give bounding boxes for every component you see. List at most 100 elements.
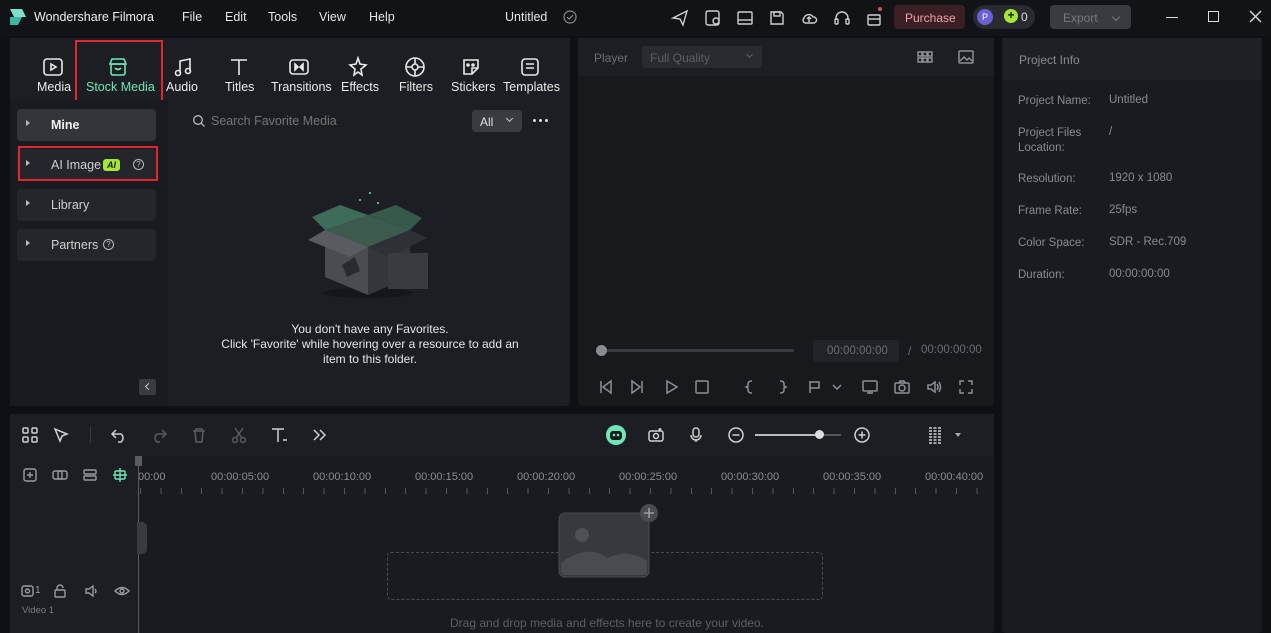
snapshot-image-icon[interactable]: [957, 48, 975, 66]
ruler-label: 00:00: [138, 471, 166, 483]
mark-in-icon[interactable]: [741, 378, 759, 396]
layout-icon[interactable]: [735, 8, 755, 28]
zoom-out-icon[interactable]: [727, 426, 745, 444]
export-label: Export: [1063, 11, 1098, 25]
menu-tools[interactable]: Tools: [268, 10, 297, 24]
info-key-duration: Duration:: [1018, 269, 1065, 281]
stop-icon[interactable]: [693, 378, 711, 396]
redo-icon[interactable]: [150, 426, 168, 444]
empty-state-line-2: Click 'Favorite' while hovering over a r…: [221, 337, 519, 351]
current-time-field[interactable]: 00:00:00:00: [813, 340, 899, 362]
zoom-slider-knob[interactable]: [815, 430, 824, 439]
magnet-snap-icon[interactable]: [112, 467, 128, 483]
maximize-button[interactable]: [1208, 11, 1219, 22]
collapse-sidebar-button[interactable]: [139, 379, 156, 395]
close-window-button[interactable]: [1249, 10, 1262, 23]
grid-view-icon[interactable]: [916, 48, 934, 66]
minimize-button[interactable]: [1166, 17, 1178, 18]
tab-media[interactable]: Media: [37, 80, 71, 94]
select-tool-icon[interactable]: [52, 426, 70, 444]
empty-box-illustration: [300, 185, 435, 300]
ruler-label: 00:00:15:00: [415, 471, 474, 483]
mute-icon[interactable]: [84, 583, 100, 599]
record-screen-icon[interactable]: [647, 426, 665, 444]
menu-view[interactable]: View: [319, 10, 346, 24]
chevron-down-icon[interactable]: [955, 433, 961, 437]
eye-icon[interactable]: [114, 583, 130, 599]
empty-state-line-3: item to this folder.: [322, 352, 418, 366]
empty-state-text: You don't have any Favorites. Click 'Fav…: [190, 322, 550, 367]
chevron-down-icon[interactable]: [831, 378, 843, 396]
undo-icon[interactable]: [110, 426, 128, 444]
info-value-frame-rate: 25fps: [1109, 204, 1138, 216]
previous-frame-icon[interactable]: [596, 378, 614, 396]
gift-icon[interactable]: [864, 7, 884, 28]
tab-templates[interactable]: Templates: [503, 80, 560, 94]
quality-dropdown[interactable]: Full Quality: [642, 46, 762, 68]
delete-icon[interactable]: [190, 426, 208, 444]
ai-assistant-icon[interactable]: [606, 425, 626, 445]
tab-audio[interactable]: Audio: [166, 80, 198, 94]
next-frame-icon[interactable]: [629, 378, 647, 396]
mark-out-icon[interactable]: [773, 378, 791, 396]
headset-icon[interactable]: [832, 8, 852, 28]
export-button[interactable]: Export: [1050, 5, 1131, 29]
video-track-icon: [20, 583, 36, 599]
avatar[interactable]: P: [977, 9, 993, 25]
send-icon[interactable]: [670, 8, 690, 28]
help-circle-icon[interactable]: ?: [103, 239, 114, 250]
microphone-icon[interactable]: [687, 426, 705, 444]
zoom-in-icon[interactable]: [853, 426, 871, 444]
menu-file[interactable]: File: [182, 10, 202, 24]
menu-help[interactable]: Help: [369, 10, 395, 24]
purchase-button[interactable]: Purchase: [894, 5, 965, 29]
tab-effects[interactable]: Effects: [341, 80, 379, 94]
playhead-handle[interactable]: [135, 456, 142, 466]
music-note-icon: [171, 55, 195, 79]
sidebar-item-partners[interactable]: Partners ?: [17, 229, 156, 261]
ruler-label: 00:00:20:00: [517, 471, 576, 483]
info-key-project-name: Project Name:: [1018, 95, 1091, 107]
tab-filters[interactable]: Filters: [399, 80, 433, 94]
info-value-duration: 00:00:00:00: [1109, 268, 1170, 280]
display-icon[interactable]: [861, 378, 879, 396]
layout-grid-icon[interactable]: [21, 426, 39, 444]
playback-progress-track[interactable]: [601, 349, 794, 352]
track-resize-handle[interactable]: [137, 522, 147, 554]
camera-icon[interactable]: [893, 378, 911, 396]
volume-icon[interactable]: [925, 378, 943, 396]
track-layout-icon[interactable]: [82, 467, 98, 483]
transitions-icon: [287, 55, 311, 79]
search-icon: [192, 114, 206, 128]
playhead-knob[interactable]: [596, 345, 607, 356]
cloud-upload-icon[interactable]: [799, 8, 819, 28]
text-tool-icon[interactable]: [270, 426, 288, 444]
tab-titles[interactable]: Titles: [225, 80, 254, 94]
marker-icon[interactable]: [806, 378, 824, 396]
fullscreen-icon[interactable]: [957, 378, 975, 396]
ruler-label: 00:00:25:00: [619, 471, 678, 483]
sidebar-item-library[interactable]: Library: [17, 189, 156, 221]
ruler-label: 00:00:30:00: [721, 471, 780, 483]
menu-edit[interactable]: Edit: [225, 10, 247, 24]
play-icon[interactable]: [662, 378, 680, 396]
settings-doc-icon[interactable]: [703, 8, 723, 28]
tab-transitions[interactable]: Transitions: [271, 80, 332, 94]
sidebar-item-mine[interactable]: Mine: [17, 109, 156, 141]
more-options-icon[interactable]: [533, 119, 551, 123]
account-pill[interactable]: P + 0: [973, 5, 1035, 29]
tab-stickers[interactable]: Stickers: [451, 80, 495, 94]
media-icon: [41, 55, 65, 79]
link-icon[interactable]: [52, 467, 68, 483]
lock-icon[interactable]: [52, 583, 68, 599]
add-track-icon[interactable]: [22, 467, 38, 483]
save-icon[interactable]: [767, 8, 787, 28]
scissors-icon[interactable]: [230, 426, 248, 444]
track-view-icon[interactable]: [926, 426, 944, 444]
drop-media-placeholder-icon: [558, 503, 658, 579]
search-input[interactable]: [211, 112, 461, 130]
more-tools-icon[interactable]: [310, 426, 328, 444]
filter-dropdown[interactable]: All: [472, 110, 522, 132]
chevron-left-icon: [144, 382, 153, 391]
title-bar: Wondershare Filmora File Edit Tools View…: [0, 0, 1271, 36]
